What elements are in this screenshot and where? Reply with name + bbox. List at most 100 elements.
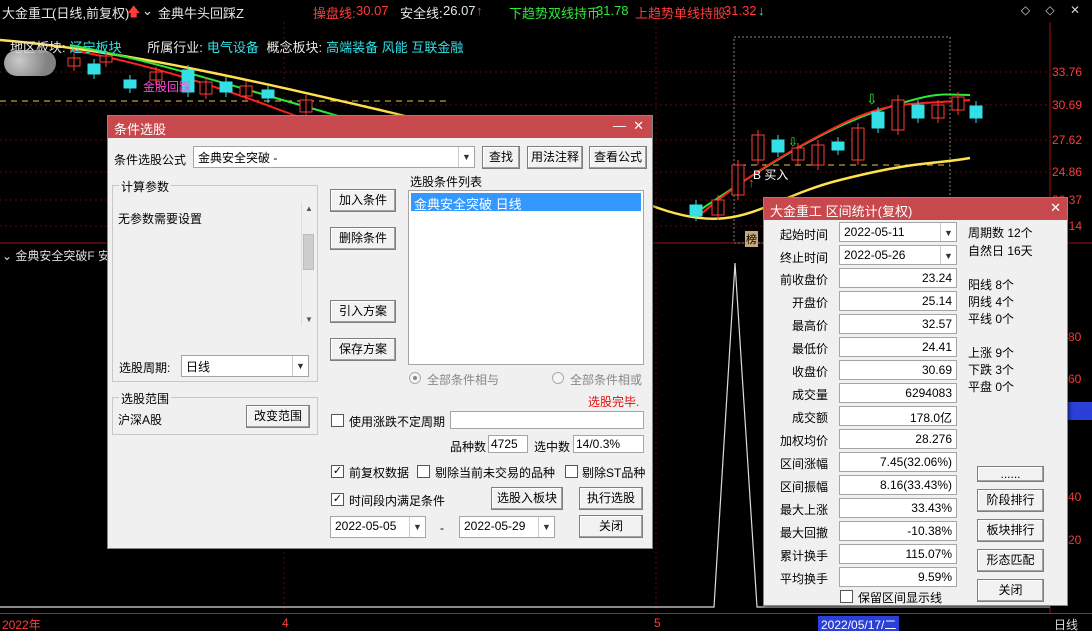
- scroll-thumb[interactable]: [303, 234, 314, 270]
- start-time-field[interactable]: 2022-05-11 ▼: [839, 222, 957, 242]
- params-text: 无参数需要设置: [118, 212, 203, 226]
- import-plan-button[interactable]: 引入方案: [330, 300, 396, 323]
- close-icon[interactable]: ✕: [1050, 200, 1061, 216]
- run-screen-button[interactable]: 执行选股: [579, 487, 643, 510]
- stat-label: 最大回撤: [779, 526, 828, 540]
- formula-select[interactable]: 金典安全突破 - ▼: [193, 146, 475, 168]
- dialog-title-bar[interactable]: 条件选股 — ✕: [108, 116, 652, 138]
- scroll-up-icon[interactable]: ▲: [302, 204, 316, 213]
- time-axis[interactable]: 2022年 4 5 2022/05/17/二 日线: [0, 613, 1092, 631]
- radio-and-label: 全部条件相与: [427, 373, 500, 387]
- st-checkbox[interactable]: [565, 465, 578, 478]
- stat-label: 成交量: [791, 388, 828, 402]
- start-date-field[interactable]: 2022-05-05 ▼: [330, 516, 426, 538]
- region-value[interactable]: 辽宁板块: [70, 40, 122, 55]
- industry-label: 所属行业:: [147, 40, 203, 55]
- chevron-down-icon[interactable]: ▼: [940, 223, 956, 241]
- chevron-down-icon[interactable]: ⌄: [142, 3, 153, 19]
- block-rank-button[interactable]: 板块排行: [977, 519, 1044, 542]
- down-arrow-icon: ⇩: [866, 91, 878, 107]
- concept-value[interactable]: 高端装备 风能 互联金融: [326, 40, 463, 55]
- flat-count: 平线 0个: [968, 312, 1015, 326]
- stat-label: 最低价: [791, 342, 828, 356]
- close-button[interactable]: 关闭: [579, 515, 643, 538]
- year-label: 2022年: [2, 618, 41, 631]
- concept-label: 概念板块:: [266, 40, 323, 55]
- params-group: 计算参数 无参数需要设置 ▲ ▼ 选股周期: 日线 ▼: [112, 178, 318, 382]
- down-trend-label: 下趋势双线持币:: [509, 6, 604, 21]
- add-condition-button[interactable]: 加入条件: [330, 189, 396, 212]
- stat-value: 178.0亿: [839, 406, 957, 426]
- view-formula-button[interactable]: 查看公式: [589, 146, 647, 169]
- chevron-down-icon[interactable]: ▼: [409, 517, 425, 537]
- find-button[interactable]: 查找: [482, 146, 520, 169]
- save-plan-button[interactable]: 保存方案: [330, 338, 396, 361]
- range-value: 沪深A股: [118, 413, 163, 427]
- chevron-down-icon[interactable]: ▼: [458, 147, 474, 167]
- stat-value: 115.07%: [839, 544, 957, 564]
- period-condition-label: 时间段内满足条件: [349, 494, 446, 508]
- rank-badge[interactable]: 榜: [745, 231, 758, 247]
- fq-checkbox[interactable]: ✓: [331, 465, 344, 478]
- stat-value: 24.41: [839, 337, 957, 357]
- minimize-icon[interactable]: —: [613, 118, 626, 133]
- pattern-match-button[interactable]: 形态匹配: [977, 549, 1044, 572]
- stat-label: 开盘价: [791, 296, 828, 310]
- end-time-value: 2022-05-26: [844, 248, 906, 262]
- dialog-title: 大金重工 区间统计(复权): [770, 204, 913, 219]
- stat-value: 6294083: [839, 383, 957, 403]
- window-controls[interactable]: ◇ ◇ ✕: [1021, 3, 1086, 17]
- chevron-down-icon[interactable]: ▼: [292, 356, 308, 376]
- close-button[interactable]: 关闭: [977, 579, 1044, 602]
- delete-condition-button[interactable]: 删除条件: [330, 227, 396, 250]
- indicator-title[interactable]: ⌄ 金典安全突破F 安: [2, 247, 110, 264]
- chevron-down-icon[interactable]: ▼: [538, 517, 554, 537]
- indicator-tick: 40: [1068, 490, 1082, 504]
- industry-value[interactable]: 电气设备: [207, 40, 259, 55]
- condition-list[interactable]: 金典安全突破 日线: [408, 190, 644, 365]
- keep-line-checkbox[interactable]: [840, 590, 853, 603]
- chevron-down-icon[interactable]: ▼: [940, 246, 956, 264]
- close-icon[interactable]: ✕: [633, 118, 644, 134]
- stat-value: 9.59%: [839, 567, 957, 587]
- stage-rank-button[interactable]: 阶段排行: [977, 489, 1044, 512]
- period-indicator[interactable]: 日线: [1054, 616, 1078, 631]
- end-date-field[interactable]: 2022-05-29 ▼: [459, 516, 555, 538]
- down-arrow-icon: ⇩: [788, 135, 798, 149]
- strategy-name[interactable]: 金典牛头回踩Z: [158, 3, 244, 22]
- weather-cloud-icon: [4, 50, 56, 76]
- period-select[interactable]: 日线 ▼: [181, 355, 309, 377]
- indicator-tick: 60: [1068, 372, 1082, 386]
- to-block-button[interactable]: 选股入板块: [491, 487, 563, 510]
- keep-line-label: 保留区间显示线: [858, 591, 943, 605]
- stat-label: 成交额: [791, 411, 828, 425]
- yang-count: 阳线 8个: [968, 278, 1015, 292]
- radio-or[interactable]: [552, 372, 564, 384]
- up-count: 上涨 9个: [968, 346, 1015, 360]
- stat-value: 33.43%: [839, 498, 957, 518]
- formula-value: 金典安全突破 -: [198, 151, 278, 165]
- scroll-down-icon[interactable]: ▼: [302, 315, 316, 324]
- cursor-date: 2022/05/17/二: [818, 616, 900, 631]
- dialog-title-bar[interactable]: 大金重工 区间统计(复权) ✕: [764, 198, 1067, 220]
- more-button[interactable]: ......: [977, 466, 1044, 482]
- change-range-button[interactable]: 改变范围: [246, 405, 310, 428]
- stat-value: 30.69: [839, 360, 957, 380]
- usage-button[interactable]: 用法注释: [527, 146, 583, 169]
- var-period-field[interactable]: [450, 411, 644, 429]
- month-label: 4: [282, 616, 289, 630]
- condition-list-item[interactable]: 金典安全突破 日线: [411, 193, 641, 212]
- radio-or-label: 全部条件相或: [570, 373, 643, 387]
- stat-label: 区间涨幅: [779, 457, 828, 471]
- indicator-tick: 80: [1068, 330, 1082, 344]
- radio-and[interactable]: [409, 372, 421, 384]
- period-condition-checkbox[interactable]: ✓: [331, 493, 344, 506]
- var-period-checkbox[interactable]: [331, 414, 344, 427]
- stat-label: 平均换手: [779, 572, 828, 586]
- fq-label: 前复权数据: [349, 466, 410, 480]
- yin-count: 阴线 4个: [968, 295, 1015, 309]
- start-date-value: 2022-05-05: [335, 519, 397, 533]
- notrade-checkbox[interactable]: [417, 465, 430, 478]
- end-time-field[interactable]: 2022-05-26 ▼: [839, 245, 957, 265]
- params-scrollbar[interactable]: ▲ ▼: [301, 202, 315, 326]
